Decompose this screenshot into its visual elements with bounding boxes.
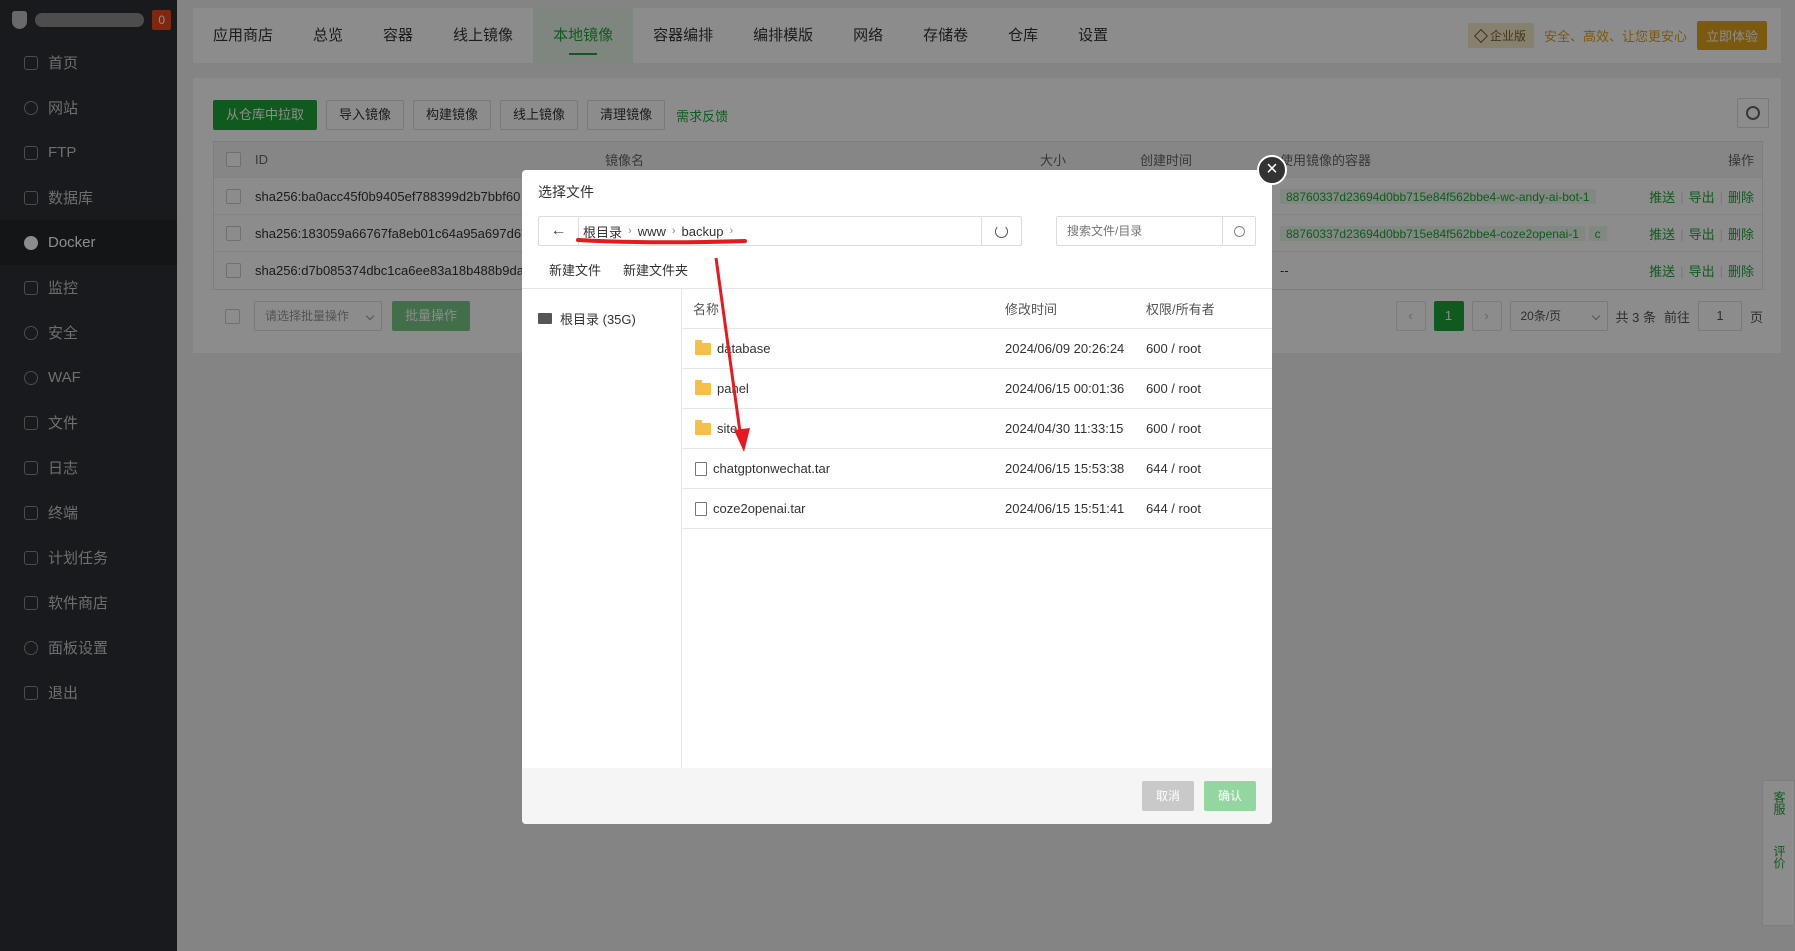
search-button[interactable] bbox=[1222, 217, 1255, 245]
back-button[interactable]: ← bbox=[539, 217, 579, 245]
column-time[interactable]: 修改时间 bbox=[1005, 299, 1146, 318]
tree-root[interactable]: 根目录 (35G) bbox=[538, 309, 636, 328]
directory-tree: 根目录 (35G) bbox=[522, 289, 682, 768]
column-perm: 权限/所有者 bbox=[1146, 302, 1215, 317]
folder-icon bbox=[695, 339, 711, 355]
breadcrumb-www[interactable]: www bbox=[638, 224, 666, 239]
new-actions: 新建文件 新建文件夹 bbox=[538, 256, 699, 286]
cancel-button[interactable]: 取消 bbox=[1141, 781, 1194, 811]
file-search bbox=[1056, 216, 1256, 246]
chevron-right-icon: › bbox=[628, 225, 632, 237]
refresh-icon bbox=[995, 224, 1008, 238]
refresh-button[interactable] bbox=[981, 217, 1021, 245]
folder-icon bbox=[695, 419, 711, 435]
chevron-right-icon: › bbox=[671, 225, 676, 237]
column-name[interactable]: 名称 bbox=[683, 299, 1005, 318]
file-icon bbox=[695, 501, 707, 516]
list-item[interactable]: panel 2024/06/15 00:01:36 600 / root bbox=[683, 369, 1272, 409]
breadcrumb-backup[interactable]: backup bbox=[682, 224, 724, 239]
list-item[interactable]: coze2openai.tar 2024/06/15 15:51:41 644 … bbox=[683, 489, 1272, 529]
list-item[interactable]: database 2024/06/09 20:26:24 600 / root bbox=[683, 329, 1272, 369]
new-folder-button[interactable]: 新建文件夹 bbox=[612, 256, 699, 286]
folder-icon bbox=[695, 379, 711, 395]
file-list-header: 名称 修改时间 权限/所有者 bbox=[683, 289, 1272, 329]
chevron-right-icon: › bbox=[729, 225, 734, 237]
search-input[interactable] bbox=[1057, 217, 1222, 245]
new-file-button[interactable]: 新建文件 bbox=[538, 256, 612, 286]
search-icon bbox=[1233, 225, 1245, 237]
confirm-button[interactable]: 确认 bbox=[1203, 781, 1256, 811]
dialog-title: 选择文件 bbox=[538, 184, 594, 200]
breadcrumb: 根目录 › www › backup › bbox=[579, 222, 981, 241]
dialog-footer: 取消 确认 bbox=[522, 768, 1272, 824]
path-bar: ← 根目录 › www › backup › bbox=[538, 216, 1022, 246]
list-item[interactable]: chatgptonwechat.tar 2024/06/15 15:53:38 … bbox=[683, 449, 1272, 489]
breadcrumb-root[interactable]: 根目录 bbox=[583, 222, 622, 241]
disk-icon bbox=[538, 313, 552, 324]
select-file-dialog: 选择文件 ← 根目录 › www › backup › 新建文件 新建文件夹 根目录 … bbox=[522, 170, 1272, 824]
list-item[interactable]: site 2024/04/30 11:33:15 600 / root bbox=[683, 409, 1272, 449]
file-icon bbox=[695, 461, 707, 476]
close-icon[interactable]: × bbox=[1257, 155, 1287, 185]
